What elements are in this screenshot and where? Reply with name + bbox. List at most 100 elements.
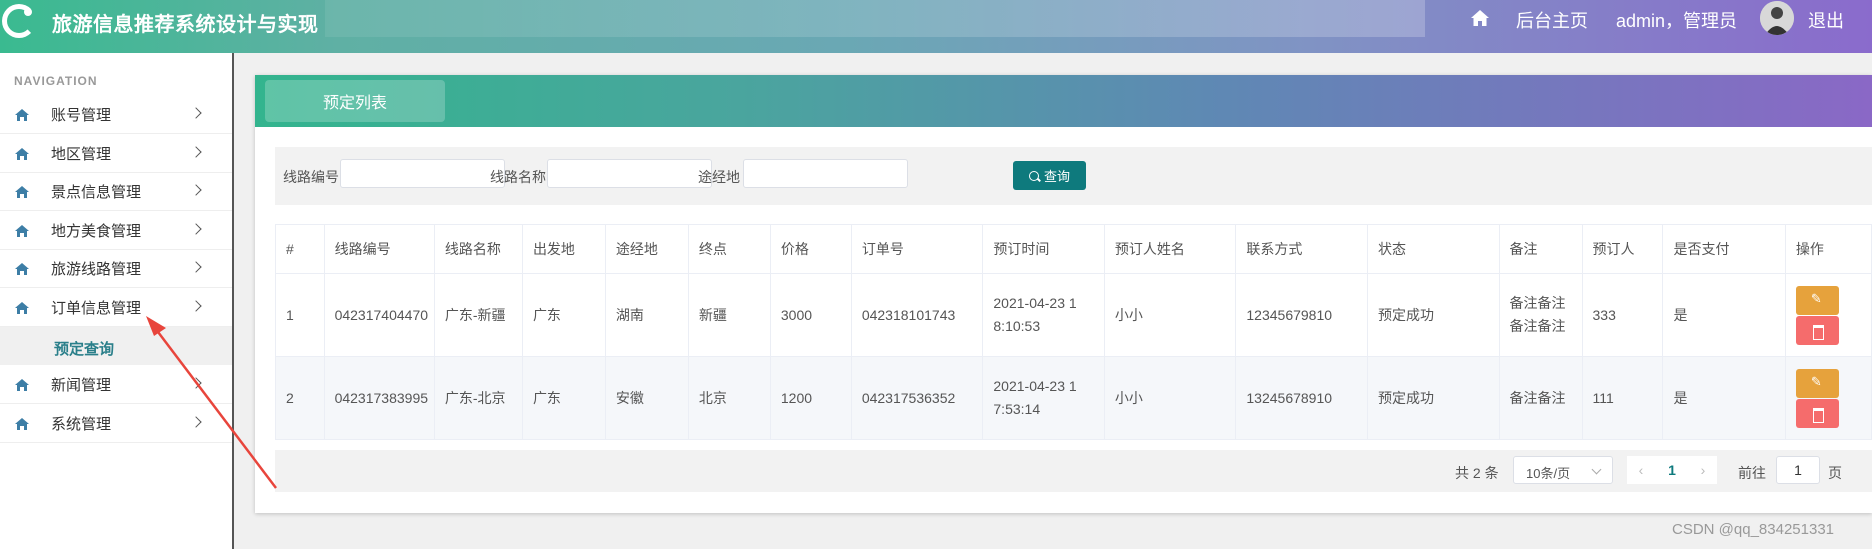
column-header: 出发地 <box>521 224 606 274</box>
column-header: 联系方式 <box>1235 224 1368 274</box>
home-icon <box>15 379 29 391</box>
sidebar: NAVIGATION 账号管理 地区管理 景点信息管理 地方美食管理 旅游线路管… <box>0 53 234 549</box>
via-input[interactable] <box>743 159 908 188</box>
sidebar-item-food[interactable]: 地方美食管理 <box>0 212 232 250</box>
cell-paid: 是 <box>1662 273 1786 357</box>
cell-via: 安徽 <box>604 356 689 440</box>
table-row: 1 042317404470 广东-新疆 广东 湖南 新疆 3000 04231… <box>275 273 1872 357</box>
route-no-label: 线路编号 <box>283 169 339 185</box>
cell-note: 备注备注 备注备注 <box>1498 273 1583 357</box>
sidebar-item-orders[interactable]: 订单信息管理 <box>0 289 232 327</box>
cell-note-line1: 备注备注 <box>1509 295 1566 311</box>
cell-via: 湖南 <box>604 273 689 357</box>
current-page[interactable]: 1 <box>1655 456 1689 484</box>
cell-actions <box>1784 356 1872 440</box>
cell-route-no: 042317404470 <box>323 273 435 357</box>
search-icon <box>1028 170 1039 181</box>
column-header: 订单号 <box>850 224 984 274</box>
prev-page-button[interactable]: ‹ <box>1627 456 1655 484</box>
cell-price: 1200 <box>769 356 852 440</box>
chevron-right-icon <box>190 416 202 428</box>
sidebar-item-label: 新闻管理 <box>51 377 112 394</box>
delete-button[interactable] <box>1795 398 1839 428</box>
chevron-right-icon <box>190 377 202 389</box>
column-header: 操作 <box>1784 224 1872 274</box>
page-size-select[interactable]: 10条/页 <box>1513 456 1613 484</box>
sidebar-item-news[interactable]: 新闻管理 <box>0 366 232 404</box>
route-name-input[interactable] <box>547 159 712 188</box>
watermark: CSDN @qq_834251331 <box>1672 521 1835 538</box>
header-strip <box>325 0 1425 37</box>
cell-time-line1: 2021-04-23 1 <box>993 295 1077 311</box>
next-page-button[interactable]: › <box>1689 456 1717 484</box>
cell-time: 2021-04-23 1 8:10:53 <box>982 273 1105 357</box>
chevron-right-icon <box>190 300 202 312</box>
cell-status: 预定成功 <box>1366 273 1500 357</box>
route-no-input[interactable] <box>340 159 505 188</box>
logout-link[interactable]: 退出 <box>1808 7 1844 33</box>
sidebar-item-attractions[interactable]: 景点信息管理 <box>0 173 232 211</box>
column-header: 是否支付 <box>1662 224 1786 274</box>
column-header: 预订人姓名 <box>1103 224 1237 274</box>
edit-button[interactable] <box>1795 285 1839 315</box>
nav-header: NAVIGATION <box>14 74 98 88</box>
goto-page-input[interactable]: 1 <box>1776 456 1820 484</box>
sidebar-subitem-bookings[interactable]: 预定查询 <box>0 327 232 365</box>
edit-button[interactable] <box>1795 368 1839 398</box>
main-panel: 预定列表 线路编号 线路名称 途经地 查询 # 线路编号 线路名称 出发地 途经… <box>255 75 1872 513</box>
sidebar-item-label: 账号管理 <box>51 107 112 124</box>
sidebar-item-label: 地方美食管理 <box>51 223 142 240</box>
column-header: 价格 <box>769 224 852 274</box>
sidebar-item-routes[interactable]: 旅游线路管理 <box>0 250 232 288</box>
home-icon <box>15 263 29 275</box>
home-icon[interactable] <box>1470 9 1490 27</box>
sidebar-item-system[interactable]: 系统管理 <box>0 405 232 443</box>
column-header: 状态 <box>1366 224 1500 274</box>
cell-index: 2 <box>275 356 325 440</box>
column-header: 线路名称 <box>433 224 523 274</box>
home-icon <box>15 109 29 121</box>
route-name-label: 线路名称 <box>490 169 546 185</box>
home-icon <box>15 225 29 237</box>
cell-time-line2: 8:10:53 <box>993 318 1041 334</box>
cell-from: 广东 <box>521 356 606 440</box>
column-header: # <box>275 224 325 274</box>
cell-booker: 111 <box>1581 356 1664 440</box>
logo-dot <box>24 8 32 16</box>
sidebar-item-label: 订单信息管理 <box>51 300 142 317</box>
column-header: 终点 <box>687 224 771 274</box>
avatar[interactable] <box>1760 1 1794 35</box>
search-button-label: 查询 <box>1043 169 1070 184</box>
sidebar-item-label: 景点信息管理 <box>51 184 142 201</box>
cell-name: 小小 <box>1103 356 1237 440</box>
home-icon <box>15 418 29 430</box>
table-header-row: # 线路编号 线路名称 出发地 途经地 终点 价格 订单号 预订时间 预订人姓名… <box>275 224 1872 274</box>
cell-index: 1 <box>275 273 325 357</box>
cell-order-no: 042318101743 <box>850 273 984 357</box>
user-label: admin，管理员 <box>1616 11 1738 31</box>
chevron-right-icon <box>190 223 202 235</box>
chevron-right-icon <box>190 146 202 158</box>
sidebar-item-label: 系统管理 <box>51 416 112 433</box>
cell-price: 3000 <box>769 273 852 357</box>
sidebar-item-accounts[interactable]: 账号管理 <box>0 96 232 134</box>
column-header: 途经地 <box>604 224 689 274</box>
home-link[interactable]: 后台主页 <box>1516 7 1588 33</box>
app-title: 旅游信息推荐系统设计与实现 <box>52 14 319 36</box>
cell-route-name: 广东-北京 <box>433 356 523 440</box>
cell-note: 备注备注 <box>1498 356 1583 440</box>
cell-actions <box>1784 273 1872 357</box>
chevron-right-icon <box>190 107 202 119</box>
goto-label: 前往 <box>1738 465 1766 481</box>
tab-booking-list[interactable]: 预定列表 <box>265 80 445 122</box>
delete-button[interactable] <box>1795 315 1839 345</box>
sidebar-item-regions[interactable]: 地区管理 <box>0 135 232 173</box>
cell-paid: 是 <box>1662 356 1786 440</box>
booking-table: # 线路编号 线路名称 出发地 途经地 终点 价格 订单号 预订时间 预订人姓名… <box>275 224 1872 440</box>
sidebar-item-label: 旅游线路管理 <box>51 261 142 278</box>
sidebar-subitem-label: 预定查询 <box>54 341 115 358</box>
home-icon <box>15 186 29 198</box>
search-button[interactable]: 查询 <box>1013 161 1086 190</box>
column-header: 备注 <box>1498 224 1583 274</box>
page-suffix: 页 <box>1828 465 1842 481</box>
